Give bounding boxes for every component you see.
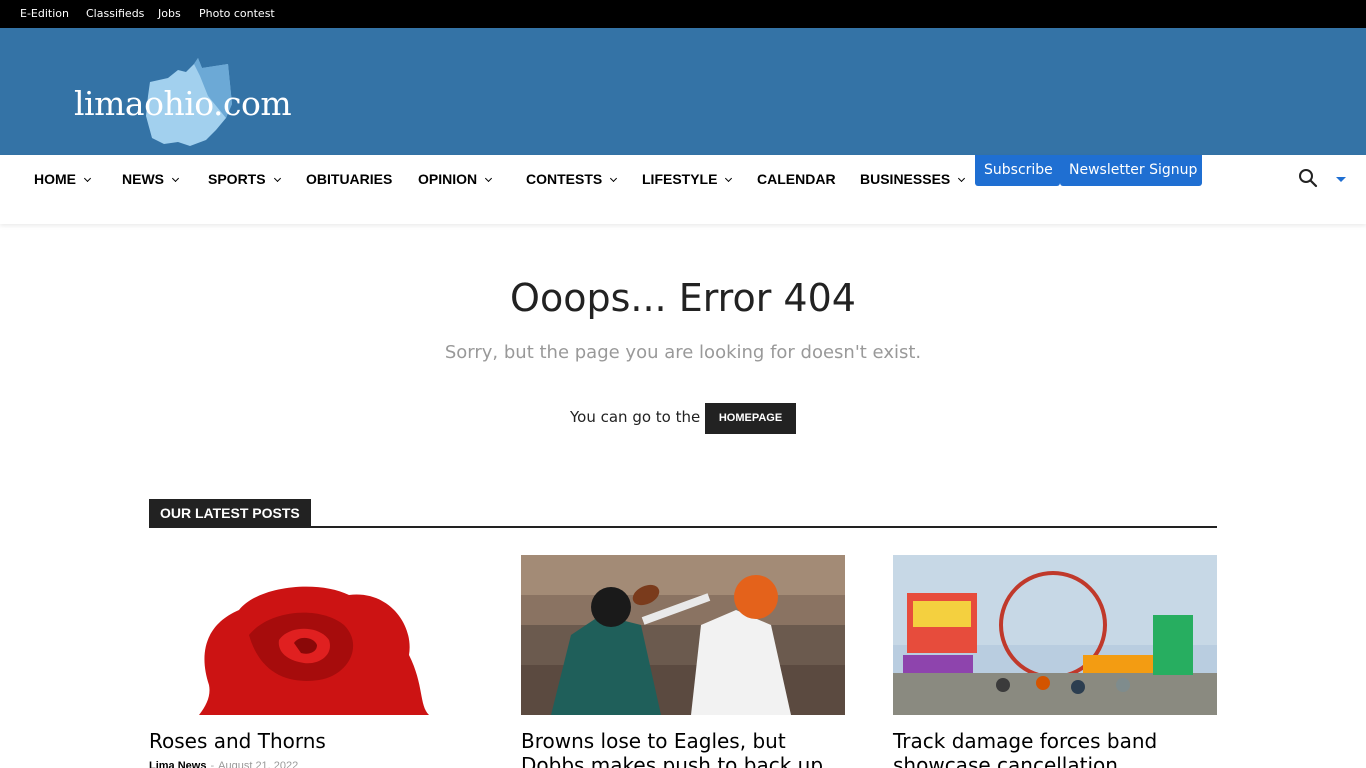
nav-obituaries-label: OBITUARIES: [306, 171, 393, 187]
post-thumbnail-fair[interactable]: [893, 555, 1217, 715]
goto-text: You can go to the: [570, 408, 701, 426]
post-title[interactable]: Roses and Thorns: [149, 729, 473, 753]
post-card[interactable]: Track damage forces band showcase cancel…: [893, 555, 1217, 768]
error-subtitle: Sorry, but the page you are looking for …: [444, 342, 922, 363]
nav-businesses[interactable]: BUSINESSES: [860, 171, 966, 187]
newsletter-signup-button[interactable]: Newsletter Signup: [1060, 155, 1202, 186]
nav-obituaries[interactable]: OBITUARIES: [306, 171, 392, 187]
nav-opinion-label: OPINION: [418, 171, 478, 187]
nav-home[interactable]: HOME: [34, 171, 92, 187]
nav-calendar-label: CALENDAR: [757, 171, 836, 187]
post-author[interactable]: Lima News: [149, 760, 206, 768]
top-bar: E-Edition Classifieds Jobs Photo contest: [0, 0, 1366, 28]
post-meta: Lima News - August 21, 2022: [149, 760, 298, 768]
nav-lifestyle[interactable]: LIFESTYLE: [642, 171, 733, 187]
top-link-jobs[interactable]: Jobs: [158, 7, 181, 20]
meta-separator: -: [210, 760, 215, 768]
fair-image: [893, 555, 1217, 715]
post-thumbnail-football[interactable]: [521, 555, 845, 715]
nav-home-label: HOME: [34, 171, 76, 187]
nav-contests-label: CONTESTS: [526, 171, 603, 187]
main-nav: HOME NEWS SPORTS OBITUARIES OPINION CONT…: [0, 155, 1366, 224]
football-image: [521, 555, 845, 715]
post-card[interactable]: Roses and Thorns Lima News - August 21, 20…: [149, 555, 473, 768]
chevron-down-icon: [171, 174, 180, 183]
site-header: limaohio.com: [0, 28, 1366, 155]
top-link-classifieds[interactable]: Classifieds: [86, 7, 144, 20]
chevron-down-icon: [485, 174, 493, 183]
nav-lifestyle-label: LIFESTYLE: [642, 171, 718, 187]
nav-news-label: NEWS: [122, 171, 164, 187]
chevron-down-icon: [610, 174, 618, 183]
section-divider: [149, 526, 1217, 528]
rose-image: [199, 586, 429, 715]
chevron-down-icon: [273, 174, 281, 183]
post-title[interactable]: Track damage forces band showcase cancel…: [893, 729, 1217, 768]
chevron-down-icon: [958, 174, 966, 183]
top-link-photo-contest[interactable]: Photo contest: [199, 7, 275, 20]
post-title[interactable]: Browns lose to Eagles, but Dobbs makes p…: [521, 729, 845, 768]
site-logo[interactable]: limaohio.com: [74, 52, 314, 148]
post-card[interactable]: Browns lose to Eagles, but Dobbs makes p…: [521, 555, 845, 768]
chevron-down-icon: [725, 174, 733, 183]
latest-posts-heading: OUR LATEST POSTS: [149, 499, 311, 527]
chevron-down-icon: [83, 174, 92, 183]
nav-opinion[interactable]: OPINION: [418, 171, 493, 187]
nav-businesses-label: BUSINESSES: [860, 171, 951, 187]
homepage-button[interactable]: HOMEPAGE: [705, 403, 796, 434]
top-link-e-edition[interactable]: E-Edition: [20, 7, 69, 20]
search-icon[interactable]: [1298, 168, 1318, 188]
logo-text: limaohio.com: [74, 84, 292, 123]
nav-sports[interactable]: SPORTS: [208, 171, 281, 187]
nav-contests[interactable]: CONTESTS: [526, 171, 618, 187]
nav-sports-label: SPORTS: [208, 171, 266, 187]
caret-down-icon[interactable]: [1336, 177, 1346, 182]
error-title: Ooops... Error 404: [510, 276, 856, 320]
nav-calendar[interactable]: CALENDAR: [757, 171, 836, 187]
post-thumbnail-rose[interactable]: [149, 555, 473, 715]
nav-news[interactable]: NEWS: [122, 171, 180, 187]
subscribe-button[interactable]: Subscribe: [975, 155, 1060, 186]
post-date: August 21, 2022: [218, 760, 299, 768]
